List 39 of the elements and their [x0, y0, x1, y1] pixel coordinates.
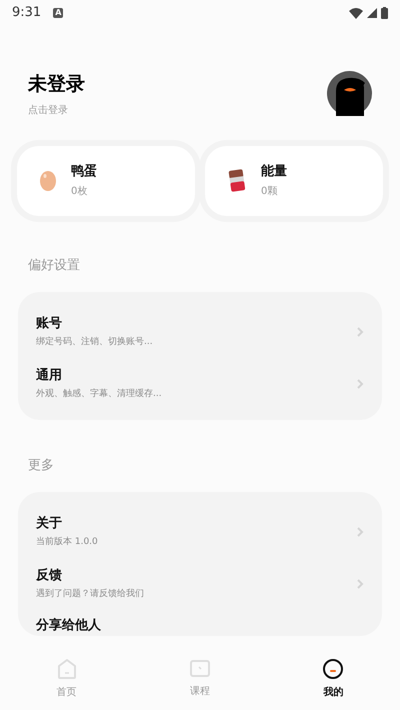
chevron-right-icon — [356, 578, 364, 590]
stat-title: 鸭蛋 — [71, 162, 97, 181]
settings-row[interactable]: 关于 当前版本 1.0.0 — [18, 506, 382, 558]
stat-card[interactable]: 鸭蛋 0枚 — [17, 146, 195, 216]
face-icon — [322, 658, 344, 680]
screen-icon — [188, 659, 211, 679]
stat-card[interactable]: 能量 0颗 — [205, 146, 383, 216]
chocolate-bar-icon — [227, 168, 247, 192]
row-subtitle: 绑定号码、注销、切换账号... — [36, 336, 153, 349]
row-subtitle: 外观、触感、字幕、清理缓存... — [36, 388, 162, 401]
status-time: 9:31 — [12, 4, 42, 22]
section-title: 偏好设置 — [28, 258, 80, 272]
notification-badge: A — [53, 8, 64, 18]
home-icon — [56, 658, 78, 680]
settings-row[interactable]: 通用 外观、触感、字幕、清理缓存... — [18, 358, 382, 410]
egg-icon — [39, 170, 57, 192]
chevron-right-icon — [356, 378, 364, 390]
row-subtitle: 当前版本 1.0.0 — [36, 536, 98, 549]
row-subtitle: 遇到了问题？请反馈给我们 — [36, 588, 144, 601]
wifi-icon — [349, 8, 363, 18]
stat-title: 能量 — [261, 162, 287, 181]
settings-row[interactable]: 账号 绑定号码、注销、切换账号... — [18, 306, 382, 358]
chevron-right-icon — [356, 526, 364, 538]
row-title: 关于 — [36, 514, 63, 532]
signal-icon — [367, 8, 377, 18]
battery-icon — [381, 7, 388, 19]
row-title: 账号 — [36, 314, 63, 332]
settings-row[interactable]: 反馈 遇到了问题？请反馈给我们 — [18, 558, 382, 610]
stat-value: 0颗 — [261, 185, 278, 200]
row-title: 通用 — [36, 366, 63, 384]
row-title: 分享给他人 — [36, 616, 101, 635]
section-title: 更多 — [28, 458, 54, 472]
row-title: 反馈 — [36, 566, 63, 584]
avatar[interactable] — [327, 71, 372, 116]
chevron-right-icon — [356, 326, 364, 338]
nav-tab[interactable]: 我的 — [266, 658, 400, 700]
login-status-title[interactable]: 未登录 — [28, 70, 85, 98]
settings-row[interactable]: 分享给他人 — [18, 610, 382, 636]
stat-value: 0枚 — [71, 184, 88, 200]
